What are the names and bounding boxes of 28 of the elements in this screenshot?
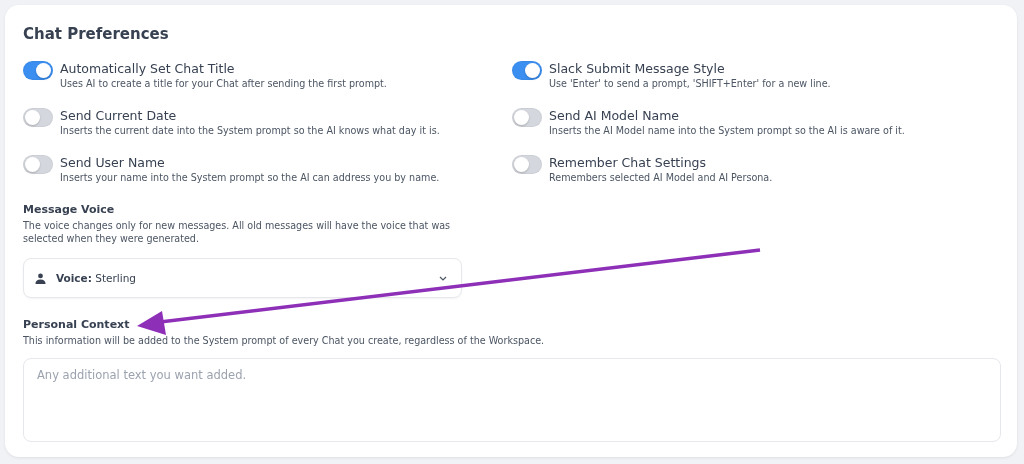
card-title: Chat Preferences bbox=[23, 25, 170, 43]
setting-description: Uses AI to create a title for your Chat after sending the first prompt. bbox=[60, 78, 387, 89]
toggle-switch[interactable] bbox=[23, 61, 53, 80]
chevron-down-icon bbox=[439, 275, 447, 281]
setting-label: Automatically Set Chat Title bbox=[60, 61, 236, 76]
toggle-switch[interactable] bbox=[23, 155, 53, 174]
setting-description: Inserts the AI Model name into the System prompt so the AI is aware of it. bbox=[549, 125, 905, 136]
setting-description: Inserts your name into the System prompt so the AI can address you by name. bbox=[60, 172, 440, 183]
setting-label: Slack Submit Message Style bbox=[549, 61, 726, 76]
section-description: This information will be added to the System prompt of every Chat you create, regardless of the Workspace. bbox=[23, 334, 546, 347]
setting-label: Send User Name bbox=[60, 155, 166, 170]
setting-description: Inserts the current date into the System prompt so the AI knows what day it is. bbox=[60, 125, 440, 136]
setting-label: Send Current Date bbox=[60, 108, 178, 123]
section-heading: Personal Context bbox=[23, 318, 131, 331]
voice-select[interactable]: Voice: Sterling bbox=[23, 258, 462, 298]
section-heading: Message Voice bbox=[23, 203, 116, 216]
setting-description: Remembers selected AI Model and AI Persona. bbox=[549, 172, 773, 183]
select-value: Voice: Sterling bbox=[56, 272, 137, 284]
person-icon bbox=[35, 272, 46, 284]
toggle-switch[interactable] bbox=[512, 108, 542, 127]
toggle-switch[interactable] bbox=[512, 61, 542, 80]
setting-label: Remember Chat Settings bbox=[549, 155, 708, 170]
setting-description: Use 'Enter' to send a prompt, 'SHIFT+Enter' for a new line. bbox=[549, 78, 831, 89]
context-textarea[interactable]: Any additional text you want added. bbox=[23, 358, 1001, 442]
toggle-switch[interactable] bbox=[23, 108, 53, 127]
setting-label: Send AI Model Name bbox=[549, 108, 681, 123]
section-description: The voice changes only for new messages. All old messages will have the voice that was selected when they were generated. bbox=[23, 219, 452, 245]
toggle-switch[interactable] bbox=[512, 155, 542, 174]
